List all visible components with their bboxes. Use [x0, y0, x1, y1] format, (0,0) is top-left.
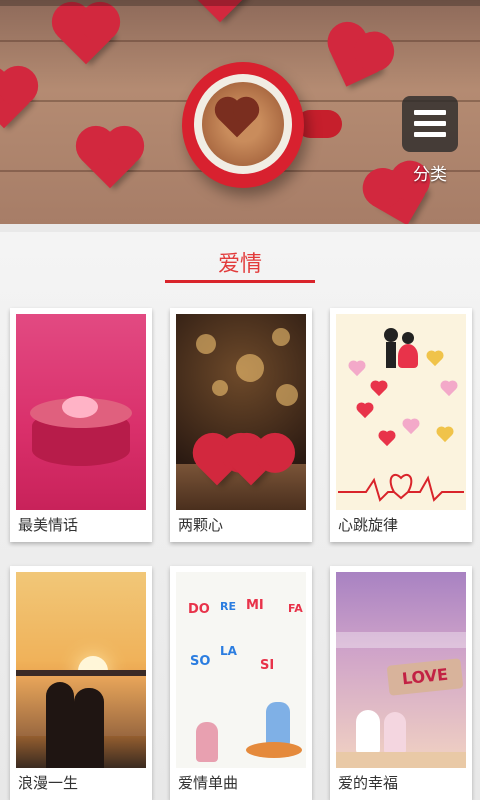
cartoon-boy [266, 702, 290, 746]
wallpaper-card[interactable]: LOVE 爱的幸福 [330, 566, 472, 800]
bow-icon [62, 396, 98, 418]
music-note-label: DO [188, 602, 210, 617]
music-note-label: RE [220, 600, 236, 613]
heart-icon [379, 431, 395, 447]
heart-icon [437, 427, 453, 443]
ground [336, 752, 466, 768]
music-note-label: MI [246, 598, 264, 613]
mushroom-seat [246, 742, 302, 758]
music-note-label: FA [288, 602, 303, 615]
wallpaper-card[interactable]: 心跳旋律 [330, 308, 472, 542]
music-note-label: SO [190, 654, 211, 669]
bokeh-light [236, 354, 264, 382]
category-menu-button[interactable] [402, 96, 458, 152]
wallpaper-card[interactable]: 最美情话 [10, 308, 152, 542]
cloud-band [336, 632, 466, 648]
card-label: 爱的幸福 [338, 774, 399, 792]
cartoon-girl [384, 712, 406, 754]
bokeh-light [212, 380, 228, 396]
heart-decoration [57, 7, 115, 65]
heart-decoration [0, 71, 33, 129]
heart-icon [403, 419, 419, 435]
wallpaper-card[interactable]: DO RE MI FA SO LA SI 爱情单曲 [170, 566, 312, 800]
heart-icon [441, 381, 457, 397]
love-sign: LOVE [386, 658, 464, 696]
music-note-label: SI [260, 658, 275, 673]
heart-icon [349, 361, 365, 377]
couple-figure [384, 328, 418, 372]
heart-decoration [329, 33, 383, 87]
sunset-couple-thumbnail [16, 572, 146, 768]
card-label: 两颗心 [178, 516, 224, 534]
wallpaper-card[interactable]: 浪漫一生 [10, 566, 152, 800]
bokeh-light [272, 328, 290, 346]
bokeh-light [276, 384, 298, 406]
two-hearts-thumbnail [176, 314, 306, 510]
heartbeat-line-icon [338, 473, 464, 502]
card-label: 最美情话 [18, 516, 79, 534]
music-note-label: LA [220, 644, 237, 658]
card-label: 浪漫一生 [18, 774, 79, 792]
couple-silhouette [74, 688, 104, 768]
cartoon-girl [196, 722, 218, 762]
status-bar [0, 0, 480, 6]
heart-icon [371, 381, 387, 397]
coffee-cup-image [182, 62, 304, 188]
happy-couple-thumbnail: LOVE [336, 572, 466, 768]
music-notes-thumbnail: DO RE MI FA SO LA SI [176, 572, 306, 768]
heart-icon [427, 351, 443, 367]
list-icon [414, 110, 446, 115]
card-label: 心跳旋律 [338, 516, 399, 534]
heartbeat-thumbnail [336, 314, 466, 510]
cartoon-boy [356, 710, 380, 754]
heart-decoration [81, 131, 139, 189]
bokeh-light [196, 334, 216, 354]
gift-box-thumbnail [16, 314, 146, 510]
list-icon [414, 121, 446, 126]
love-sign-text: LOVE [401, 664, 449, 689]
couple-silhouette [46, 682, 74, 768]
wallpaper-card[interactable]: 两颗心 [170, 308, 312, 542]
heart-icon [357, 403, 373, 419]
category-label[interactable]: 分类 [402, 160, 458, 185]
section-title: 爱情 [217, 252, 262, 277]
section-underline [165, 280, 315, 283]
card-label: 爱情单曲 [178, 774, 239, 792]
list-icon [414, 132, 446, 137]
